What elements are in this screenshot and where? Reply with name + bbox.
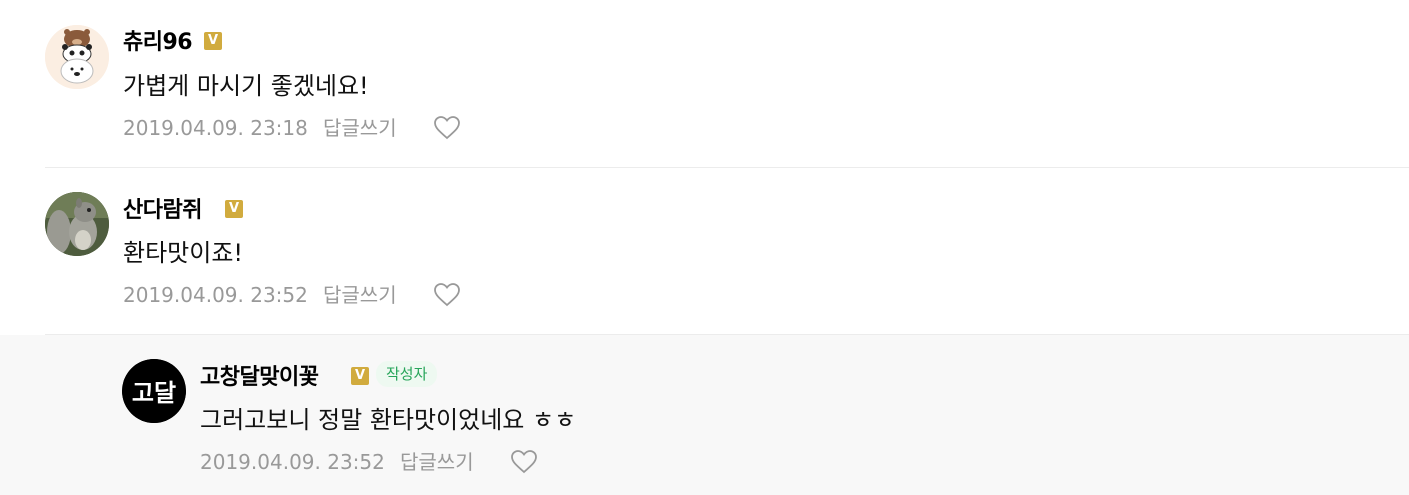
- comment-author[interactable]: 산다람쥐: [123, 198, 202, 224]
- logo-text: 고달: [132, 379, 176, 407]
- reply-button[interactable]: 답글쓰기: [323, 283, 397, 307]
- heart-outline-icon[interactable]: [433, 115, 461, 141]
- avatar[interactable]: [45, 25, 109, 89]
- author-badge: 작성자: [376, 361, 438, 387]
- heart-outline-icon[interactable]: [510, 449, 538, 475]
- verified-badge: V: [204, 32, 222, 50]
- logo-avatar-icon: 고달: [122, 359, 186, 423]
- heart-outline-icon[interactable]: [433, 282, 461, 308]
- bear-stack-avatar-icon: [45, 25, 109, 89]
- comment-text: 그러고보니 정말 환타맛이었네요 ㅎㅎ: [200, 406, 577, 434]
- squirrel-avatar-icon: [45, 192, 109, 256]
- reply-button[interactable]: 답글쓰기: [400, 450, 474, 474]
- comment-divider: [45, 167, 1409, 168]
- reply-button[interactable]: 답글쓰기: [323, 116, 397, 140]
- verified-badge: V: [225, 200, 243, 218]
- avatar[interactable]: [45, 192, 109, 256]
- comment-timestamp: 2019.04.09. 23:18: [123, 116, 308, 140]
- comment-text: 환타맛이죠!: [123, 239, 244, 267]
- comment-timestamp: 2019.04.09. 23:52: [123, 283, 308, 307]
- comment-timestamp: 2019.04.09. 23:52: [200, 450, 385, 474]
- verified-badge: V: [351, 367, 369, 385]
- avatar[interactable]: 고달: [122, 359, 186, 423]
- comment-author[interactable]: 츄리96: [123, 30, 193, 56]
- comment-text: 가볍게 마시기 좋겠네요!: [123, 72, 369, 100]
- comment-author[interactable]: 고창달맞이꽃: [200, 365, 319, 391]
